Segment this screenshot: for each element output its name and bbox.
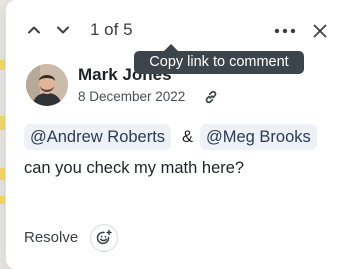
resolve-button[interactable]: Resolve [24,229,78,246]
comment-counter: 1 of 5 [90,20,133,39]
add-emoji-icon [96,229,112,245]
comment-date: 8 December 2022 [78,89,186,104]
previous-comment-button[interactable] [24,20,44,40]
add-reaction-button[interactable] [90,224,118,252]
mention-chip[interactable]: @Meg Brooks [200,124,317,150]
tooltip-arrow [164,44,178,51]
more-options-button[interactable] [272,20,298,42]
comment-text: can you check my math here? [24,159,245,177]
mention-chip[interactable]: @Andrew Roberts [24,124,172,150]
chevron-down-icon [57,26,69,34]
copy-link-tooltip: Copy link to comment [134,51,304,74]
close-button[interactable] [309,20,331,42]
avatar [26,64,68,106]
chevron-up-icon [28,26,40,34]
copy-link-button[interactable] [202,88,220,106]
comment-panel: 1 of 5 Mark Jones 8 December 2022 Copy l… [6,0,352,269]
next-comment-button[interactable] [53,20,73,40]
link-icon [205,90,217,104]
mention-connector: & [182,128,194,146]
close-icon [313,24,327,38]
more-horizontal-icon [274,28,296,34]
